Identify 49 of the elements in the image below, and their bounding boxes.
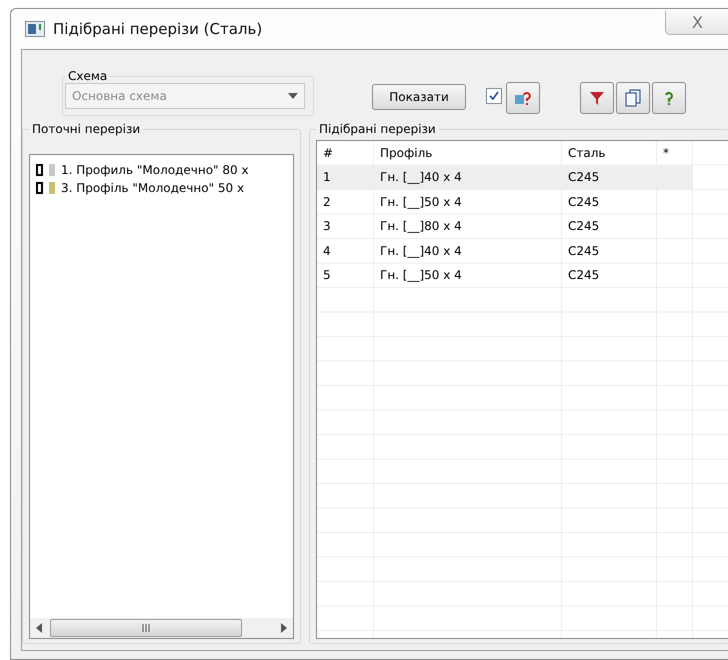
scrollbar-thumb[interactable] xyxy=(50,619,242,637)
table-cell-text: Гн. [__]40 x 4 xyxy=(379,169,463,186)
help-button[interactable] xyxy=(652,82,686,114)
table-cell-text: 1 xyxy=(322,169,332,186)
table-cell-text: Гн. [__]50 x 4 xyxy=(379,194,463,211)
question-mark-icon xyxy=(513,89,533,107)
window-app-icon xyxy=(25,21,45,37)
bracket-icon xyxy=(36,182,43,194)
filter-icon xyxy=(589,90,605,106)
table-cell-text: Гн. [__]80 x 4 xyxy=(379,218,463,236)
copy-button[interactable] xyxy=(616,82,650,114)
close-button[interactable]: X xyxy=(665,11,728,35)
panel-title: Підібрані перерізи xyxy=(318,122,437,136)
copy-icon xyxy=(625,89,641,107)
panel-title: Поточні перерізи xyxy=(31,122,142,136)
scroll-left-icon[interactable] xyxy=(36,623,42,633)
table-cell-text: 5 xyxy=(322,267,332,284)
checkbox[interactable] xyxy=(486,88,502,104)
table-row[interactable]: 3 Гн. [__]80 x 4 C245 xyxy=(317,214,693,238)
checkmark-icon xyxy=(489,91,499,101)
table-cell-text: 3 xyxy=(322,218,332,236)
table-cell-text: C245 xyxy=(567,267,600,284)
table-cell-text: Гн. [__]40 x 4 xyxy=(379,242,463,260)
table-cell-text: Гн. [__]50 x 4 xyxy=(379,267,463,284)
group-label: Схема xyxy=(67,69,108,83)
column-header[interactable]: Профіль xyxy=(374,141,562,166)
column-header[interactable]: Сталь xyxy=(562,141,657,166)
table-cell-text: C245 xyxy=(567,194,600,211)
table-cell-text: 4 xyxy=(322,242,332,260)
show-button[interactable]: Показати xyxy=(372,84,466,110)
help-select-button[interactable] xyxy=(506,82,540,114)
table-cell-text: 2 xyxy=(322,194,332,211)
bracket-icon xyxy=(36,164,43,176)
grip-icon xyxy=(141,624,151,632)
table-row[interactable]: 4 Гн. [__]40 x 4 C245 xyxy=(317,239,693,262)
table-cell-text: C245 xyxy=(567,242,600,260)
list-item[interactable]: 3. Профіль "Молодечно" 50 х xyxy=(61,181,244,195)
window-title: Підібрані перерізи (Сталь) xyxy=(53,20,262,38)
table-cell-text: C245 xyxy=(567,218,600,236)
column-header[interactable]: # xyxy=(317,141,374,166)
list-item[interactable]: 1. Профиль "Молодечно" 80 х xyxy=(61,163,249,177)
table-row[interactable]: 5 Гн. [__]50 x 4 C245 xyxy=(317,264,693,287)
table-row[interactable]: 2 Гн. [__]50 x 4 C245 xyxy=(317,190,693,214)
filter-button[interactable] xyxy=(580,82,614,114)
column-header[interactable]: * xyxy=(657,141,693,166)
table-cell-text: C245 xyxy=(567,169,600,186)
table-row[interactable]: 1 Гн. [__]40 x 4 C245 xyxy=(317,166,693,189)
question-mark-icon xyxy=(664,90,674,106)
scroll-right-icon[interactable] xyxy=(281,623,287,633)
